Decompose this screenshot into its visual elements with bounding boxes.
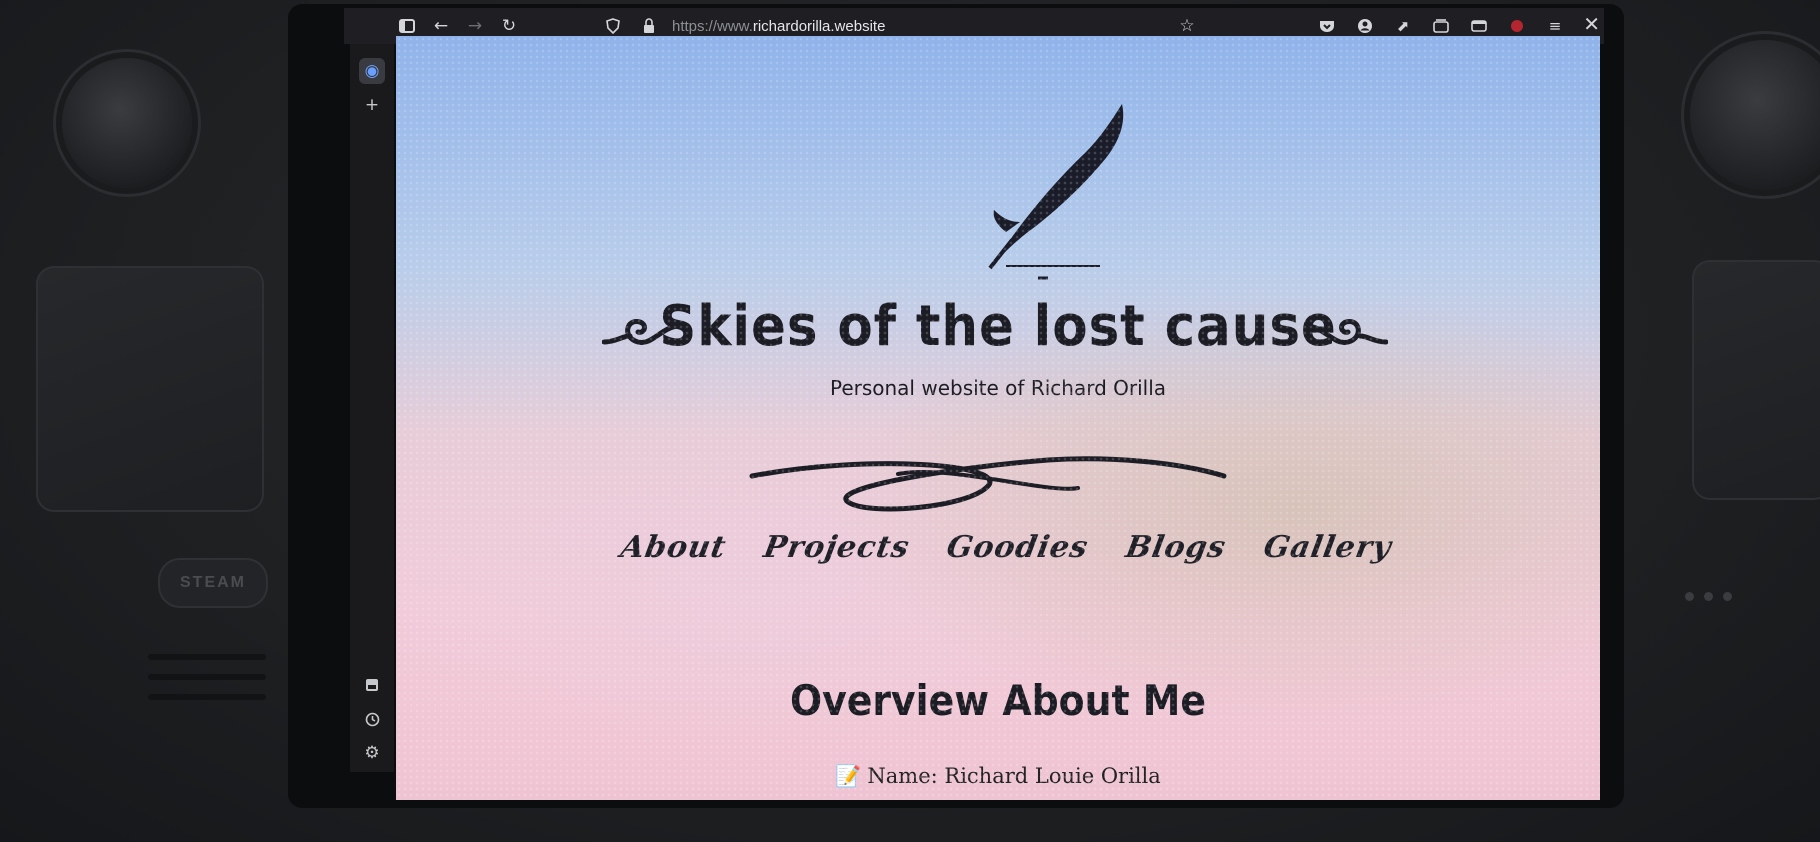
quill-feather-logo	[988, 104, 1124, 280]
history-clock-icon[interactable]	[359, 706, 385, 732]
nav-goodies[interactable]: Goodies	[944, 530, 1091, 565]
speaker-grille	[148, 694, 266, 700]
name-line-text: Name: Richard Louie Orilla	[867, 764, 1161, 788]
main-nav: About Projects Goodies Blogs Gallery	[396, 530, 1600, 565]
right-thumbstick[interactable]	[1690, 40, 1820, 190]
decorative-flourish-divider	[749, 456, 1227, 512]
title-swirl-right	[1304, 319, 1388, 345]
speaker-grille	[148, 654, 266, 660]
url-domain: richardorilla.website	[752, 17, 886, 35]
section-title: Overview About Me	[789, 676, 1207, 725]
steam-button[interactable]: STEAM	[158, 558, 268, 608]
speaker-grille	[148, 674, 266, 680]
new-tab-plus-icon[interactable]: +	[359, 92, 385, 118]
nav-blogs[interactable]: Blogs	[1123, 530, 1229, 565]
downloads-icon[interactable]	[359, 672, 385, 698]
url-text[interactable]: https://www.richardorilla.website	[672, 18, 885, 35]
name-line: 📝 Name: Richard Louie Orilla	[396, 764, 1600, 789]
steam-button-label: STEAM	[180, 574, 246, 591]
sidebar-active-tab-icon[interactable]: ◉	[359, 58, 385, 84]
page-viewport: Skies of the lost cause Personal website…	[396, 36, 1600, 800]
close-window-icon[interactable]: ✕	[1583, 12, 1600, 36]
url-prefix: https://www.	[672, 17, 753, 35]
memo-pencil-icon: 📝	[835, 764, 862, 788]
browser-sidebar: ◉ + ⚙	[350, 44, 394, 772]
menu-dots-button[interactable]	[1685, 592, 1732, 601]
left-trackpad[interactable]	[36, 266, 264, 512]
right-trackpad[interactable]	[1692, 260, 1820, 500]
nav-gallery[interactable]: Gallery	[1261, 530, 1394, 565]
nav-projects[interactable]: Projects	[761, 530, 913, 565]
nav-about[interactable]: About	[618, 530, 729, 565]
left-thumbstick[interactable]	[62, 58, 192, 188]
site-subtitle: Personal website of Richard Orilla	[829, 376, 1167, 400]
settings-gear-icon[interactable]: ⚙	[359, 740, 385, 766]
